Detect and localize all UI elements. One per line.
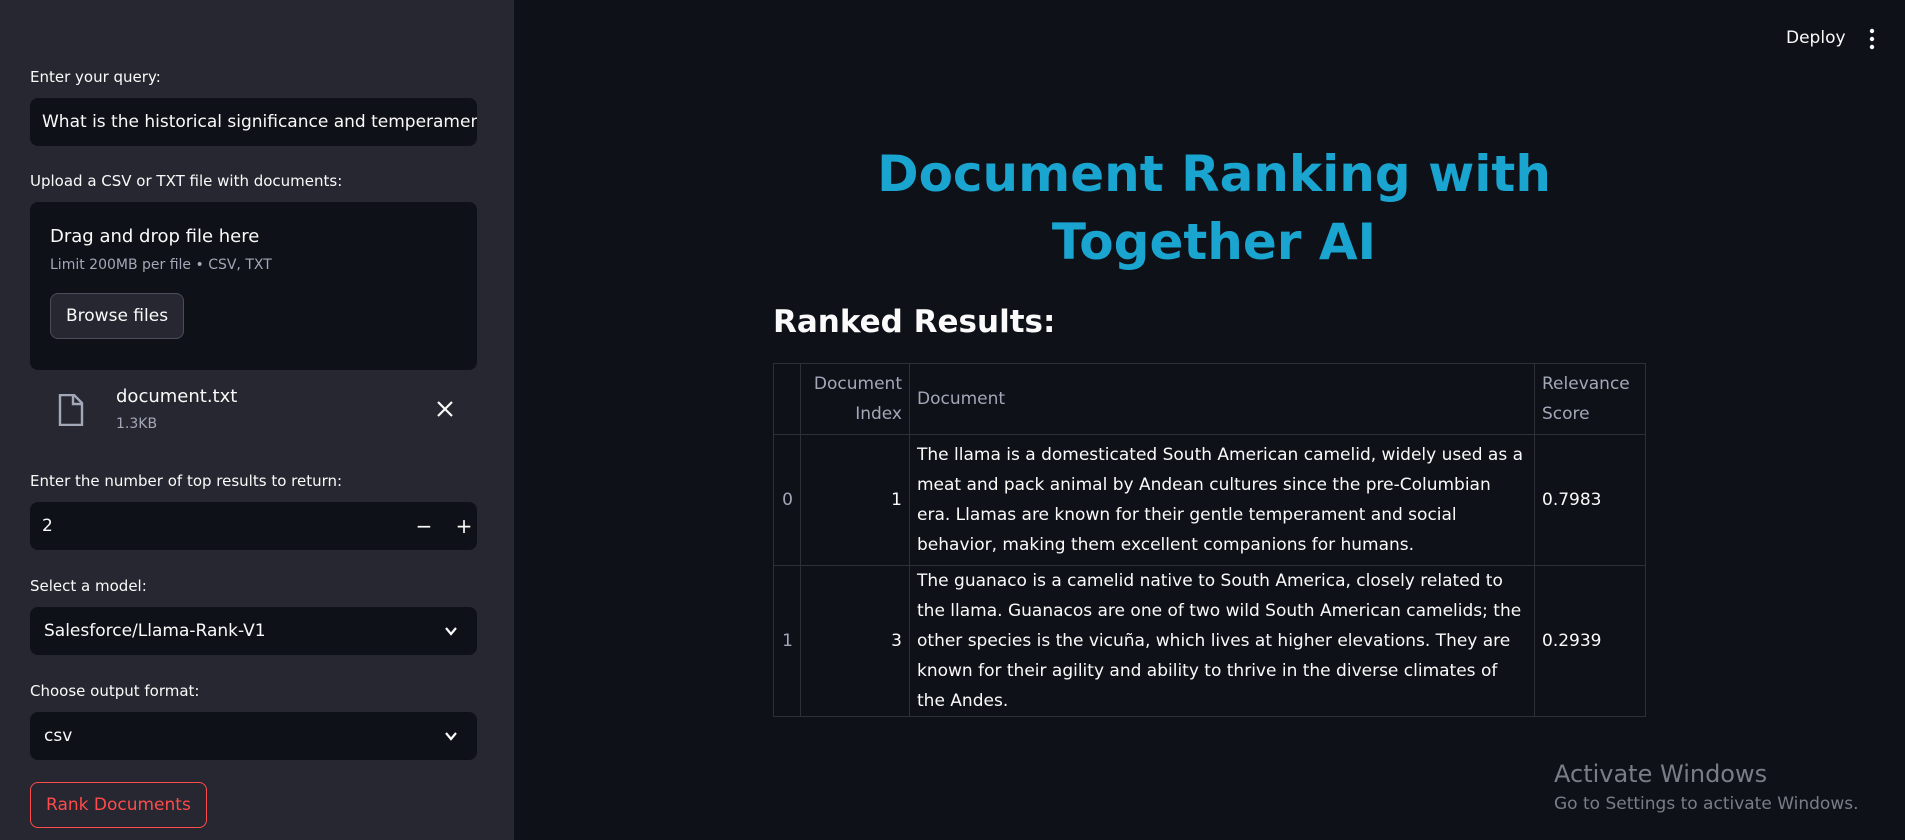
results-table: Document Index Document Relevance Score … (773, 363, 1646, 717)
document-cell: The guanaco is a camelid native to South… (909, 565, 1535, 717)
topk-stepper[interactable]: 2 − + (30, 502, 477, 550)
model-label: Select a model: (30, 577, 147, 595)
format-value: csv (44, 726, 73, 746)
uploaded-file: document.txt 1.3KB (30, 380, 477, 442)
chevron-down-icon (445, 627, 457, 636)
close-icon[interactable] (434, 398, 456, 420)
row-index: 0 (773, 434, 801, 566)
increment-button[interactable]: + (444, 502, 477, 550)
more-options-icon[interactable] (1866, 28, 1878, 50)
format-label: Choose output format: (30, 682, 200, 700)
score-cell: 0.2939 (1534, 565, 1646, 717)
browse-files-button[interactable]: Browse files (50, 293, 185, 339)
rank-documents-button[interactable]: Rank Documents (30, 782, 207, 828)
file-size: 1.3KB (116, 416, 158, 432)
query-input[interactable]: What is the historical significance and … (30, 98, 477, 146)
topk-value: 2 (42, 516, 53, 536)
document-index-cell: 3 (800, 565, 910, 717)
row-index: 1 (773, 565, 801, 717)
sidebar: Enter your query: What is the historical… (0, 0, 514, 840)
column-header-relevance-score[interactable]: Relevance Score (1534, 363, 1646, 435)
table-row: 0 1 The llama is a domesticated South Am… (773, 434, 1646, 566)
file-name: document.txt (116, 386, 238, 407)
activation-watermark-subtitle: Go to Settings to activate Windows. (1554, 794, 1859, 814)
format-select[interactable]: csv (30, 712, 477, 760)
model-select[interactable]: Salesforce/Llama-Rank-V1 (30, 607, 477, 655)
activation-watermark-title: Activate Windows (1554, 760, 1768, 788)
decrement-button[interactable]: − (404, 502, 444, 550)
topk-label: Enter the number of top results to retur… (30, 472, 343, 490)
column-header-document[interactable]: Document (909, 363, 1535, 435)
upload-label: Upload a CSV or TXT file with documents: (30, 172, 343, 190)
document-index-cell: 1 (800, 434, 910, 566)
column-header-document-index[interactable]: Document Index (800, 363, 910, 435)
table-row: 1 3 The guanaco is a camelid native to S… (773, 565, 1646, 717)
query-label: Enter your query: (30, 68, 161, 86)
table-header-row: Document Index Document Relevance Score (773, 363, 1646, 435)
score-cell: 0.7983 (1534, 434, 1646, 566)
deploy-button[interactable]: Deploy (1786, 28, 1846, 48)
results-subheader: Ranked Results: (773, 304, 1056, 340)
model-value: Salesforce/Llama-Rank-V1 (44, 621, 266, 641)
file-icon (58, 394, 84, 426)
column-header-index (773, 363, 801, 435)
page-title: Document Ranking with Together AI (877, 145, 1551, 271)
dropzone-title: Drag and drop file here (50, 226, 260, 247)
dropzone-limit: Limit 200MB per file • CSV, TXT (50, 257, 272, 273)
document-cell: The llama is a domesticated South Americ… (909, 434, 1535, 566)
chevron-down-icon (445, 732, 457, 741)
file-dropzone[interactable]: Drag and drop file here Limit 200MB per … (30, 202, 477, 370)
